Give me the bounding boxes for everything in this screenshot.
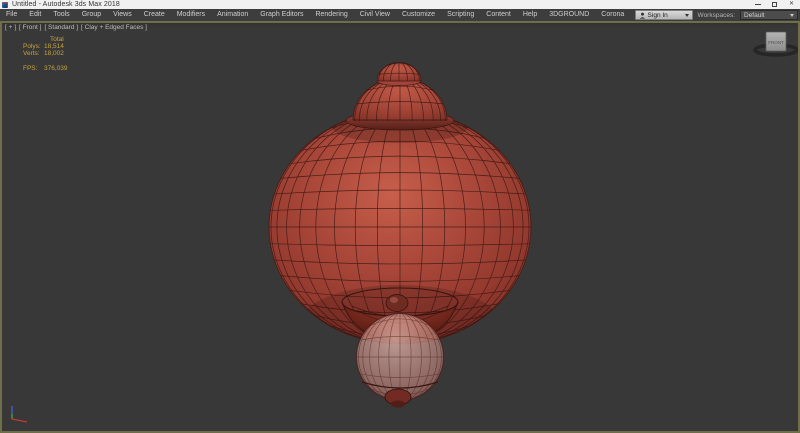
user-icon bbox=[639, 12, 646, 19]
close-button[interactable]: ✕ bbox=[783, 0, 800, 9]
viewport-view-label[interactable]: [ Front ] bbox=[19, 24, 41, 31]
chevron-down-icon bbox=[685, 14, 689, 17]
sign-in-label: Sign In bbox=[648, 12, 668, 19]
menu-customize[interactable]: Customize bbox=[396, 9, 441, 21]
minimize-button[interactable] bbox=[749, 0, 766, 9]
sign-in-button[interactable]: Sign In bbox=[635, 10, 693, 20]
axis-x-icon bbox=[12, 419, 27, 422]
viewport-label-bar: [ + ] [ Front ] [ Standard ] [ Clay + Ed… bbox=[5, 24, 147, 31]
stats-verts-label: Verts: bbox=[23, 50, 42, 57]
world-axis-gizmo bbox=[12, 406, 27, 422]
viewcube[interactable]: FRONT bbox=[755, 32, 797, 55]
menu-help[interactable]: Help bbox=[517, 9, 543, 21]
maximize-icon bbox=[772, 2, 777, 7]
menubar: File Edit Tools Group Views Create Modif… bbox=[0, 9, 800, 21]
viewport-shading-label[interactable]: [ Clay + Edged Faces ] bbox=[81, 24, 147, 31]
menu-edit[interactable]: Edit bbox=[23, 9, 47, 21]
menu-civil-view[interactable]: Civil View bbox=[354, 9, 396, 21]
stats-verts-value: 18,002 bbox=[44, 50, 64, 57]
window-title: Untitled - Autodesk 3ds Max 2018 bbox=[12, 0, 120, 9]
menu-content[interactable]: Content bbox=[480, 9, 517, 21]
menubar-right-group: Sign In Workspaces: Default bbox=[635, 10, 798, 20]
window-controls: ✕ bbox=[749, 0, 800, 9]
menu-animation[interactable]: Animation bbox=[211, 9, 254, 21]
stats-fps-value: 376,039 bbox=[44, 65, 68, 72]
workspace-dropdown[interactable]: Default bbox=[740, 10, 798, 20]
viewport-render-level-label[interactable]: [ Standard ] bbox=[44, 24, 78, 31]
menu-tools[interactable]: Tools bbox=[47, 9, 75, 21]
menu-group[interactable]: Group bbox=[76, 9, 107, 21]
stats-total-label: Total bbox=[50, 36, 64, 43]
minimize-icon bbox=[755, 4, 761, 5]
viewport-menu-label[interactable]: [ + ] bbox=[5, 24, 16, 31]
viewport: [ + ] [ Front ] [ Standard ] [ Clay + Ed… bbox=[0, 21, 800, 433]
viewport-canvas[interactable]: FRONT bbox=[0, 21, 800, 433]
menu-scripting[interactable]: Scripting bbox=[441, 9, 480, 21]
stats-polys-label: Polys: bbox=[23, 43, 42, 50]
viewport-statistics: Total Polys: 18,514 Verts: 18,002 FPS: 3… bbox=[23, 36, 68, 72]
menu-corona[interactable]: Corona bbox=[595, 9, 630, 21]
titlebar: Untitled - Autodesk 3ds Max 2018 ✕ bbox=[0, 0, 800, 9]
app-icon bbox=[2, 2, 8, 8]
workspace-value: Default bbox=[744, 12, 765, 19]
menu-create[interactable]: Create bbox=[138, 9, 171, 21]
maximize-button[interactable] bbox=[766, 0, 783, 9]
menu-modifiers[interactable]: Modifiers bbox=[171, 9, 211, 21]
3ds-max-window: Untitled - Autodesk 3ds Max 2018 ✕ File … bbox=[0, 0, 800, 433]
menu-3dground[interactable]: 3DGROUND bbox=[543, 9, 595, 21]
stats-fps-label: FPS: bbox=[23, 65, 42, 72]
menu-file[interactable]: File bbox=[0, 9, 23, 21]
close-icon: ✕ bbox=[789, 0, 794, 9]
chevron-down-icon bbox=[790, 14, 794, 17]
stats-polys-value: 18,514 bbox=[44, 43, 64, 50]
menu-graph-editors[interactable]: Graph Editors bbox=[254, 9, 309, 21]
menu-rendering[interactable]: Rendering bbox=[309, 9, 353, 21]
workspaces-label: Workspaces: bbox=[698, 12, 735, 19]
menu-views[interactable]: Views bbox=[107, 9, 138, 21]
viewcube-front-face-label: FRONT bbox=[768, 40, 784, 45]
